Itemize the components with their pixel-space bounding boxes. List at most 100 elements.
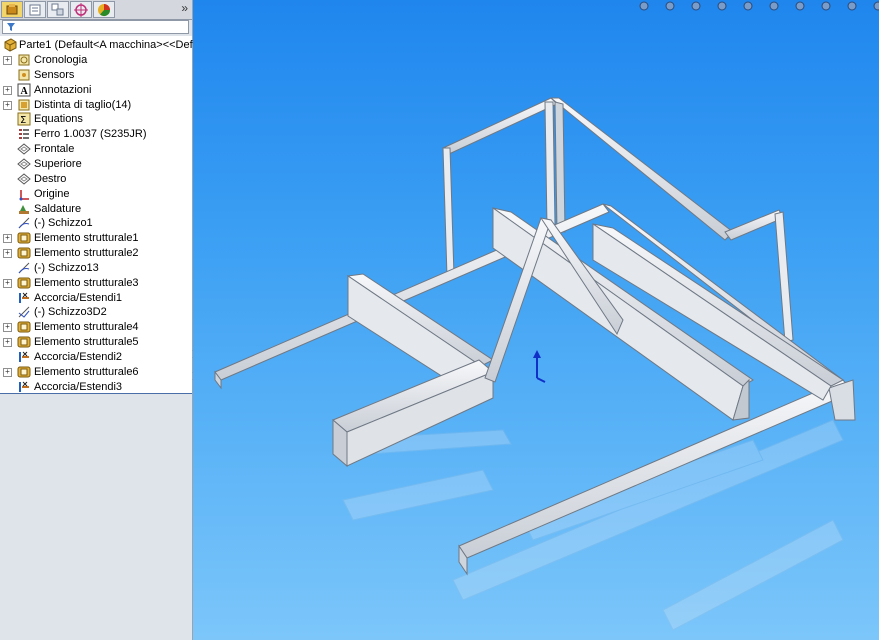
tree-item-label: Accorcia/Estendi2 — [34, 351, 123, 363]
tree-item[interactable]: Ferro 1.0037 (S235JR) — [0, 127, 192, 142]
propertymanager-icon — [29, 4, 41, 16]
tree-item[interactable]: Saldature — [0, 202, 192, 217]
trim-extend-icon — [19, 351, 29, 362]
tree-item[interactable]: Σ Equations — [0, 112, 192, 127]
expand-toggle[interactable]: + — [3, 338, 12, 348]
tree-item-label: Elemento strutturale3 — [34, 276, 139, 289]
tree-item-label: (-) Schizzo13 — [34, 261, 99, 274]
plane-icon — [17, 143, 31, 155]
tree-item[interactable]: Accorcia/Estendi1 — [0, 291, 192, 306]
tree-item-label: Cronologia — [34, 54, 88, 66]
tree-item[interactable]: + Distinta di taglio(14) — [0, 98, 192, 113]
dimxpert-icon — [74, 3, 88, 17]
tree-item[interactable]: Destro — [0, 172, 192, 187]
structural-member-icon — [17, 366, 31, 378]
history-icon — [18, 54, 30, 66]
expand-toggle[interactable]: + — [3, 278, 12, 288]
expand-toggle[interactable]: + — [3, 234, 12, 244]
tree-item[interactable]: + Elemento strutturale6 — [0, 365, 192, 380]
structural-member-icon — [17, 321, 31, 333]
configurationmanager-tab[interactable] — [47, 1, 69, 18]
tree-item[interactable]: (-) Schizzo13 — [0, 261, 192, 276]
structural-member-icon — [17, 277, 31, 289]
tree-item-label: Ferro 1.0037 (S235JR) — [34, 128, 147, 141]
featuremanager-panel: » Parte1 (Default<A macchina><<Default>_… — [0, 0, 239, 640]
graphics-area[interactable] — [193, 0, 879, 640]
annotations-icon: A — [17, 83, 31, 97]
display-manager-tab[interactable] — [93, 1, 115, 18]
sketch-icon — [18, 217, 30, 229]
expand-toggle[interactable]: + — [3, 85, 12, 95]
tree-item-label: Superiore — [34, 157, 82, 170]
tree-item[interactable]: + Elemento strutturale5 — [0, 335, 192, 350]
sensors-icon — [18, 69, 30, 81]
trim-extend-icon — [19, 292, 29, 303]
tree-item-label: Sensors — [34, 68, 75, 81]
tree-item[interactable]: Accorcia/Estendi3 — [0, 380, 192, 395]
tree-item[interactable]: + Elemento strutturale4 — [0, 320, 192, 335]
tree-item-label: Elemento strutturale6 — [34, 365, 139, 378]
featuremanager-icon — [6, 4, 18, 15]
propertymanager-tab[interactable] — [24, 1, 46, 18]
tree-item-label: Saldature — [34, 202, 82, 215]
tree-item[interactable]: Frontale — [0, 142, 192, 157]
tree-item-label: Equations — [34, 113, 83, 126]
material-icon — [19, 129, 29, 140]
tree-item-label: Elemento strutturale2 — [34, 247, 139, 260]
tree-item-label: Frontale — [34, 143, 75, 156]
tree-item-label: (-) Schizzo1 — [34, 217, 93, 230]
tree-item-label: Origine — [34, 187, 70, 200]
dimxpert-tab[interactable] — [70, 1, 92, 18]
trim-extend-icon — [19, 381, 29, 392]
tree-item-label: Elemento strutturale5 — [34, 336, 139, 349]
tree-item[interactable]: (-) Schizzo1 — [0, 216, 192, 231]
equations-icon: Σ — [17, 112, 31, 126]
expand-toggle[interactable]: + — [3, 56, 12, 65]
tree-item[interactable]: + Cronologia — [0, 53, 192, 68]
tree-item-label: Accorcia/Estendi3 — [34, 380, 123, 393]
tree-item[interactable]: Superiore — [0, 157, 192, 172]
tree-item-label: Elemento strutturale1 — [34, 232, 139, 245]
svg-text:A: A — [21, 86, 29, 97]
tree-item[interactable]: (-) Schizzo3D2 — [0, 305, 192, 320]
tree-item[interactable]: Sensors — [0, 68, 192, 83]
tree-item-label: Destro — [34, 172, 67, 185]
weldments-icon — [19, 204, 29, 214]
tree-item-label: Annotazioni — [34, 83, 92, 96]
tree-item-label: (-) Schizzo3D2 — [34, 306, 107, 319]
feature-tree: Parte1 (Default<A macchina><<Default>_Di… — [0, 36, 239, 395]
tree-item-label: Elemento strutturale4 — [34, 321, 139, 334]
plane-icon — [17, 158, 31, 170]
sketch3d-icon — [18, 307, 30, 319]
sketch-icon — [18, 262, 30, 274]
filter-icon — [7, 23, 15, 31]
structural-member-icon — [17, 336, 31, 348]
expand-toggle[interactable]: + — [3, 367, 12, 377]
expand-toggle[interactable]: + — [3, 100, 12, 110]
coordinate-triad — [533, 350, 546, 383]
expand-toggle[interactable]: + — [3, 323, 12, 333]
structural-member-icon — [17, 247, 31, 259]
plane-icon — [17, 173, 31, 185]
expand-toggle[interactable]: + — [3, 249, 12, 259]
tree-item[interactable]: + A Annotazioni — [0, 83, 192, 98]
tree-item-label: Accorcia/Estendi1 — [34, 291, 123, 304]
featuremanager-tab[interactable] — [1, 1, 23, 18]
tree-item[interactable]: + Elemento strutturale3 — [0, 276, 192, 291]
manager-tabs: » — [0, 0, 192, 20]
tree-item[interactable]: Accorcia/Estendi2 — [0, 350, 192, 365]
floor-reflection — [332, 419, 844, 631]
feature-filter-input[interactable] — [2, 20, 189, 34]
configurationmanager-icon — [51, 3, 64, 16]
more-tabs-button[interactable]: » — [181, 1, 188, 15]
part-icon — [4, 38, 17, 52]
structural-member-icon — [17, 232, 31, 244]
tree-item[interactable]: + Elemento strutturale2 — [0, 246, 192, 261]
cutlist-icon — [18, 99, 30, 111]
svg-text:Σ: Σ — [20, 115, 26, 126]
tree-item[interactable]: + Elemento strutturale1 — [0, 231, 192, 246]
origin-icon — [19, 189, 29, 201]
tree-item[interactable]: Origine — [0, 187, 192, 202]
tree-root-part[interactable]: Parte1 (Default<A macchina><<Default>_Di… — [0, 38, 239, 53]
tree-item-label: Distinta di taglio(14) — [34, 98, 132, 111]
